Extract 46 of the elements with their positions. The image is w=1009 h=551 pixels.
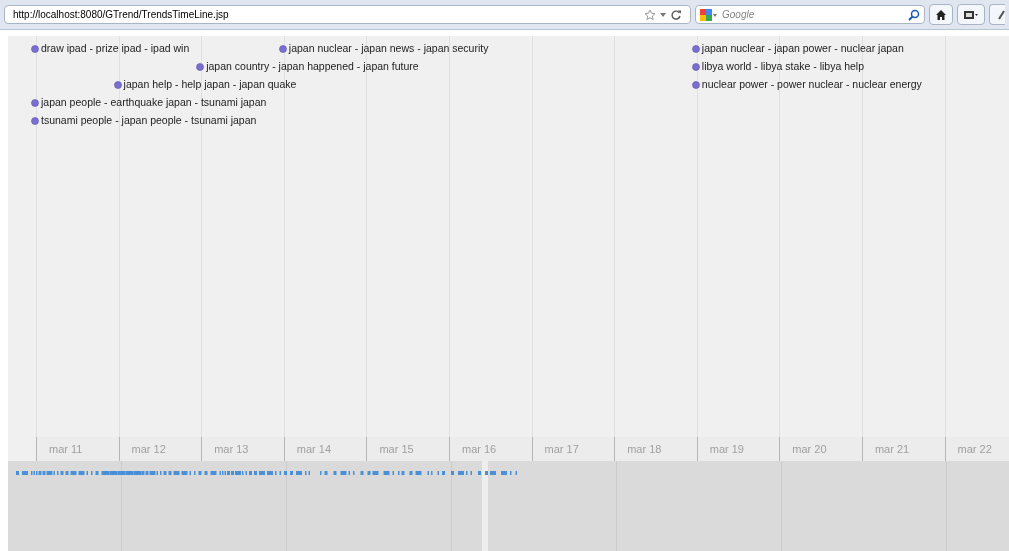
- search-icon[interactable]: [908, 8, 920, 21]
- address-field[interactable]: http://localhost:8080/GTrend/TrendsTimeLine.jsp: [4, 5, 691, 24]
- search-engine-icon[interactable]: [700, 8, 718, 21]
- event-label[interactable]: japan help - help japan - japan quake: [123, 77, 297, 93]
- event-dot-icon[interactable]: [31, 45, 39, 53]
- toolbar-button[interactable]: [989, 4, 1005, 25]
- date-label: mar 15: [379, 441, 414, 457]
- event-label[interactable]: tsunami people - japan people - tsunami japan: [41, 113, 257, 129]
- date-label: mar 14: [296, 441, 332, 457]
- event-dot-icon[interactable]: [691, 81, 700, 89]
- date-label: mar 16: [461, 441, 497, 457]
- event-label[interactable]: japan nuclear - japan news - japan security: [288, 41, 489, 57]
- url-text: http://localhost:8080/GTrend/TrendsTimeLine.jsp: [13, 8, 230, 22]
- bookmarks-button[interactable]: [957, 4, 985, 25]
- event-dot-icon[interactable]: [31, 117, 39, 125]
- event-label[interactable]: draw ipad - prize ipad - ipad win: [41, 41, 190, 57]
- event-dot-icon[interactable]: [691, 63, 700, 71]
- reload-icon[interactable]: [670, 8, 682, 21]
- home-icon: [935, 8, 947, 21]
- caret-icon[interactable]: [660, 12, 666, 17]
- event-label[interactable]: japan country - japan happened - japan future: [206, 59, 419, 75]
- search-field[interactable]: Google: [695, 5, 925, 24]
- date-label: mar 17: [544, 441, 579, 457]
- date-label: mar 21: [874, 441, 910, 457]
- pen-icon: [997, 9, 1005, 20]
- event-label[interactable]: nuclear power - power nuclear - nuclear energy: [701, 77, 922, 93]
- home-button[interactable]: [929, 4, 953, 25]
- visible-range-marker[interactable]: [482, 461, 488, 551]
- date-label: mar 18: [627, 441, 662, 457]
- event-dot-icon[interactable]: [691, 45, 700, 53]
- date-label: mar 22: [957, 441, 992, 457]
- date-label: mar 20: [792, 441, 827, 457]
- event-dot-icon[interactable]: [113, 81, 122, 89]
- search-input[interactable]: Google: [722, 7, 904, 22]
- date-label: mar 11: [49, 441, 83, 457]
- event-label[interactable]: japan people - earthquake japan - tsunami japan: [41, 95, 267, 111]
- event-dot-icon[interactable]: [196, 63, 205, 71]
- event-label[interactable]: libya world - libya stake - libya help: [701, 59, 865, 75]
- date-label: mar 13: [214, 441, 249, 457]
- window-icon: [963, 8, 979, 21]
- date-label: mar 12: [131, 441, 166, 457]
- event-label[interactable]: japan nuclear - japan power - nuclear japan: [701, 41, 904, 57]
- date-label: mar 19: [709, 441, 744, 457]
- event-dot-icon[interactable]: [31, 99, 39, 107]
- event-dot-icon[interactable]: [278, 45, 287, 53]
- star-icon[interactable]: [644, 8, 656, 21]
